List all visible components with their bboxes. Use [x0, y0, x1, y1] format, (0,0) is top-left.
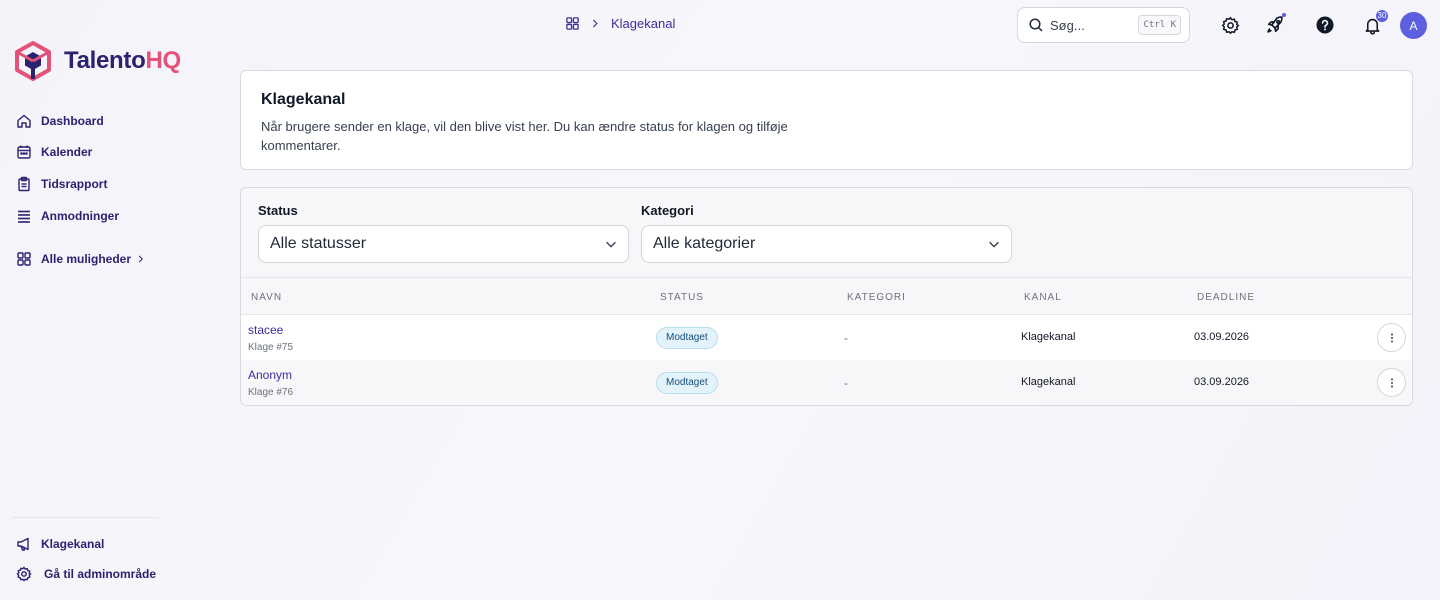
column-header-navn[interactable]: NAVN [251, 292, 282, 303]
sidebar: TalentoHQ Dashboard Kalender Tidsrapport… [0, 0, 181, 600]
row-channel: Klagekanal [1021, 376, 1076, 388]
category-filter-value: Alle kategorier [653, 235, 756, 252]
clipboard-icon [18, 176, 30, 192]
breadcrumb: Klagekanal [565, 16, 675, 31]
row-name-cell: Anonym Klage #76 [248, 368, 293, 398]
row-actions-button[interactable] [1377, 323, 1406, 352]
intro-card: Klagekanal Når brugere sender en klage, … [240, 70, 1413, 170]
avatar[interactable]: A [1400, 12, 1427, 39]
rocket-icon [1267, 16, 1283, 33]
help-button[interactable] [1314, 14, 1336, 36]
sidebar-item-alle-muligheder[interactable]: Alle muligheder [16, 251, 146, 267]
list-icon [18, 210, 30, 223]
brand-name-part1: Talento [64, 47, 146, 74]
column-header-kategori[interactable]: KATEGORI [847, 292, 906, 303]
gear-icon [1221, 16, 1239, 34]
complainant-name-link[interactable]: stacee [248, 323, 293, 337]
search-label: Søg... [1050, 17, 1085, 33]
status-badge: Modtaget [656, 327, 718, 349]
sidebar-item-label: Gå til adminområde [44, 567, 157, 581]
sidebar-item-tidsrapport[interactable]: Tidsrapport [16, 176, 107, 192]
complaint-number: Klage #75 [248, 342, 294, 353]
sidebar-item-label: Alle muligheder [41, 252, 132, 266]
row-actions-button[interactable] [1377, 368, 1406, 397]
more-vertical-icon [1390, 333, 1393, 342]
settings-button[interactable] [1219, 14, 1241, 36]
column-header-status[interactable]: STATUS [660, 292, 704, 303]
sidebar-item-kalender[interactable]: Kalender [16, 144, 92, 160]
chevron-right-icon [593, 19, 598, 28]
sidebar-item-label: Kalender [41, 145, 93, 159]
status-filter-label: Status [258, 203, 298, 218]
row-deadline: 03.09.2026 [1194, 376, 1250, 388]
gear-icon [16, 566, 32, 582]
brand-name: TalentoHQ [64, 47, 181, 75]
column-header-deadline[interactable]: DEADLINE [1197, 292, 1255, 303]
category-filter-label: Kategori [641, 203, 694, 218]
chevron-down-icon [989, 241, 999, 248]
status-badge: Modtaget [656, 372, 718, 394]
column-header-kanal[interactable]: KANAL [1024, 292, 1062, 303]
table-header: NAVN STATUS KATEGORI KANAL DEADLINE [241, 277, 1412, 315]
table-row[interactable]: Anonym Klage #76 Modtaget - Klagekanal 0… [241, 360, 1412, 405]
grid-icon[interactable] [565, 16, 580, 31]
sidebar-item-label: Anmodninger [41, 209, 119, 223]
sidebar-divider [12, 517, 158, 518]
breadcrumb-current[interactable]: Klagekanal [611, 16, 675, 31]
grid-icon [17, 252, 31, 266]
complaints-card: Status Alle statusser Kategori Alle kate… [240, 187, 1413, 406]
notification-badge: 30 [1376, 10, 1388, 22]
sidebar-item-dashboard[interactable]: Dashboard [16, 113, 104, 129]
sidebar-item-label: Dashboard [41, 114, 104, 128]
chevron-down-icon [606, 241, 616, 248]
complainant-name-link[interactable]: Anonym [248, 368, 293, 382]
status-filter-value: Alle statusser [270, 235, 367, 252]
sidebar-item-klagekanal[interactable]: Klagekanal [16, 536, 104, 552]
help-icon [1316, 16, 1334, 34]
rocket-indicator-dot [1282, 13, 1286, 17]
talentohq-logo-icon [15, 41, 51, 81]
sidebar-item-adminomraade[interactable]: Gå til adminområde [16, 566, 156, 582]
brand-name-part2: HQ [145, 47, 181, 74]
sidebar-item-label: Klagekanal [41, 537, 105, 551]
getting-started-button[interactable] [1264, 13, 1286, 36]
search-icon [1029, 18, 1043, 32]
home-icon [17, 114, 31, 128]
more-vertical-icon [1390, 378, 1393, 387]
sidebar-item-anmodninger[interactable]: Anmodninger [16, 208, 119, 224]
row-category: - [844, 331, 848, 345]
sidebar-item-label: Tidsrapport [41, 177, 108, 191]
search-box[interactable]: Søg... Ctrl K [1017, 7, 1190, 43]
page-title: Klagekanal [261, 91, 346, 108]
row-name-cell: stacee Klage #75 [248, 323, 293, 353]
complaint-number: Klage #76 [248, 387, 294, 398]
megaphone-icon [17, 537, 29, 551]
status-filter-select[interactable]: Alle statusser [258, 225, 629, 263]
chevron-right-icon [138, 255, 143, 263]
category-filter-select[interactable]: Alle kategorier [641, 225, 1012, 263]
page-description: Når brugere sender en klage, vil den bli… [261, 119, 788, 153]
row-category: - [844, 376, 848, 390]
search-shortcut: Ctrl K [1138, 15, 1181, 35]
row-channel: Klagekanal [1021, 331, 1076, 343]
table-row[interactable]: stacee Klage #75 Modtaget - Klagekanal 0… [241, 315, 1412, 360]
calendar-icon [17, 145, 31, 159]
row-deadline: 03.09.2026 [1194, 331, 1250, 343]
logo[interactable]: TalentoHQ [12, 40, 181, 82]
